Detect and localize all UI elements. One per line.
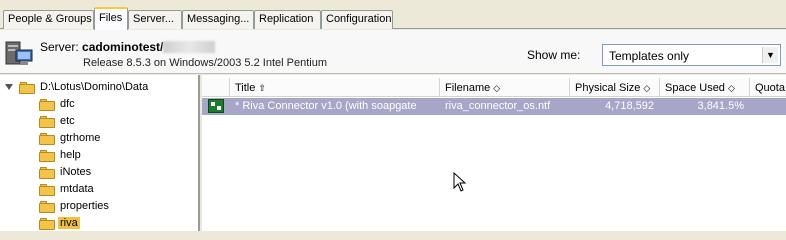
column-header-title[interactable]: Title ⇧ xyxy=(230,78,440,97)
folder-icon xyxy=(39,167,55,179)
row-title: * Riva Connector v1.0 (with soapgate xyxy=(235,100,417,112)
server-label-row: Server: cadominotest/ xyxy=(40,40,216,54)
tab-files[interactable]: Files xyxy=(94,7,128,30)
tree-item-dfc[interactable]: dfc xyxy=(0,96,198,113)
sort-toggle-icon: ◇ xyxy=(727,83,735,93)
row-filename: riva_connector_os.ntf xyxy=(445,100,551,112)
column-header-filename[interactable]: Filename ◇ xyxy=(440,78,570,97)
tree-item-label: mtdata xyxy=(60,183,94,195)
folder-icon xyxy=(39,133,55,145)
tab-bar: People & Groups Files Server... Messagin… xyxy=(0,0,786,30)
tree-item-riva[interactable]: riva xyxy=(0,215,198,231)
tab-label: People & Groups xyxy=(8,13,92,25)
mouse-pointer-icon xyxy=(453,172,467,192)
tree-root-label: D:\Lotus\Domino\Data xyxy=(40,81,149,93)
folder-icon xyxy=(39,150,55,162)
expand-arrow-icon[interactable] xyxy=(5,84,13,90)
column-physical-size-label: Physical Size xyxy=(575,82,641,94)
folder-icon xyxy=(39,99,55,111)
server-release: Release 8.5.3 on Windows/2003 5.2 Intel … xyxy=(83,57,327,69)
chevron-down-icon[interactable]: ▼ xyxy=(762,47,778,63)
row-physical-size: 4,718,592 xyxy=(605,100,654,112)
tab-people-groups[interactable]: People & Groups xyxy=(3,10,94,29)
tree-item-label: gtrhome xyxy=(60,132,101,144)
notes-template-icon xyxy=(208,99,224,113)
tab-label: Files xyxy=(99,12,123,24)
folder-icon xyxy=(39,184,55,196)
row-quota xyxy=(750,98,786,115)
tree-item-label: properties xyxy=(60,200,109,212)
column-filename-label: Filename xyxy=(445,82,491,94)
column-header-quota[interactable]: Quota xyxy=(750,78,786,97)
tab-configuration[interactable]: Configuration xyxy=(321,10,393,29)
server-name: cadominotest/ xyxy=(82,40,164,54)
server-computer-icon xyxy=(5,41,33,65)
sort-toggle-icon: ◇ xyxy=(493,83,501,93)
tab-label: Configuration xyxy=(326,13,392,25)
redacted-text xyxy=(163,41,216,53)
tree-item-label: etc xyxy=(60,115,75,127)
folder-icon xyxy=(39,201,55,213)
tree-item-help[interactable]: help xyxy=(0,147,198,164)
tree-item-inotes[interactable]: iNotes xyxy=(0,164,198,181)
folder-icon xyxy=(39,218,55,230)
tree-item-label: dfc xyxy=(60,98,75,110)
tree-item-properties[interactable]: properties xyxy=(0,198,198,215)
tree-item-etc[interactable]: etc xyxy=(0,113,198,130)
show-me-dropdown[interactable]: Templates only ▼ xyxy=(602,44,781,66)
file-grid: Title ⇧ Filename ◇ Physical Size ◇ Space Us… xyxy=(202,75,786,231)
tree-item-mtdata[interactable]: mtdata xyxy=(0,181,198,198)
server-header: Server: cadominotest/ Release 8.5.3 on W… xyxy=(0,30,786,74)
column-header-physical-size[interactable]: Physical Size ◇ xyxy=(570,78,660,97)
table-row[interactable]: * Riva Connector v1.0 (with soapgate riv… xyxy=(202,98,786,115)
folder-icon xyxy=(39,116,55,128)
sort-ascending-icon: ⇧ xyxy=(258,83,266,93)
tree-item-label: riva xyxy=(58,217,80,229)
sort-toggle-icon: ◇ xyxy=(643,83,651,93)
tree-item-label: help xyxy=(60,149,81,161)
column-title-label: Title xyxy=(235,82,256,94)
tab-messaging[interactable]: Messaging... xyxy=(182,10,254,29)
show-me-label: Show me: xyxy=(527,48,581,62)
open-folder-icon xyxy=(19,82,35,94)
show-me-selected-value: Templates only xyxy=(609,49,690,63)
row-space-used: 3,841.5% xyxy=(697,100,744,112)
column-space-used-label: Space Used xyxy=(665,82,725,94)
tree-item-label: iNotes xyxy=(60,166,92,178)
server-label: Server: xyxy=(40,40,79,54)
column-header-icon[interactable] xyxy=(202,78,230,97)
tab-server[interactable]: Server... xyxy=(128,10,182,29)
tab-label: Messaging... xyxy=(187,13,250,25)
tree-item-gtrhome[interactable]: gtrhome xyxy=(0,130,198,147)
tab-replication[interactable]: Replication xyxy=(254,10,321,29)
grid-header: Title ⇧ Filename ◇ Physical Size ◇ Space Us… xyxy=(202,78,786,97)
tree-root[interactable]: D:\Lotus\Domino\Data xyxy=(0,79,198,96)
tab-label: Replication xyxy=(259,13,314,25)
tab-label: Server... xyxy=(133,13,174,25)
folder-tree: D:\Lotus\Domino\Data dfc etc gtrhome hel… xyxy=(0,75,200,231)
row-icon-cell xyxy=(202,98,230,115)
column-quota-label: Quota xyxy=(755,82,785,94)
column-header-space-used[interactable]: Space Used ◇ xyxy=(660,78,750,97)
